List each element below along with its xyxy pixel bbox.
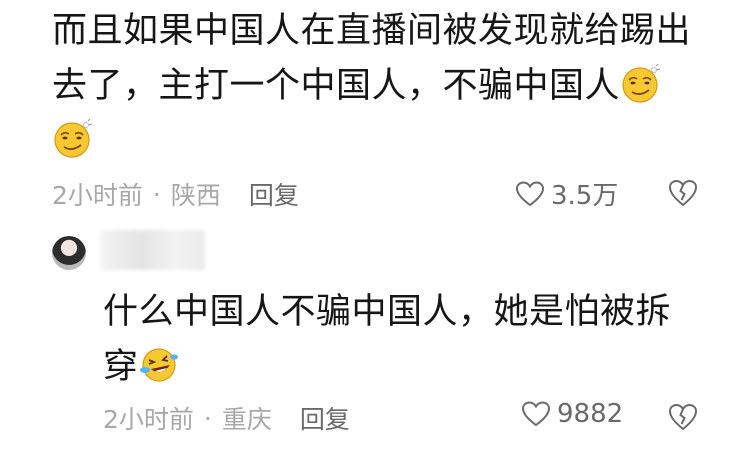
- heart-outline-icon: [515, 180, 545, 208]
- comment-2-location: 重庆: [221, 405, 272, 434]
- comment-2-line-1: 什么中国人不骗中国人，她是怕被拆: [103, 292, 672, 332]
- broken-heart-icon[interactable]: [668, 402, 698, 432]
- heart-outline-icon: [521, 400, 551, 428]
- comment-1-line-3: [52, 114, 722, 169]
- comment-1-meta: 2小时前 · 陕西 回复: [52, 176, 299, 212]
- broken-heart-icon[interactable]: [668, 178, 698, 208]
- comment-1-like-button[interactable]: 3.5万: [515, 175, 618, 212]
- comment-1-separator: ·: [152, 179, 161, 209]
- comment-2-time: 2小时前: [103, 405, 194, 434]
- username-redacted[interactable]: [100, 230, 205, 270]
- comment-2-separator: ·: [203, 403, 212, 433]
- smirk-emoji-icon: [620, 64, 660, 104]
- comment-2-text: 什么中国人不骗中国人，她是怕被拆 穿: [103, 285, 713, 395]
- comment-2-reply-button[interactable]: 回复: [300, 400, 350, 436]
- comment-2-like-count: 9882: [557, 399, 624, 429]
- comment-2-line-2: 穿: [103, 340, 713, 395]
- comment-2-meta: 2小时前 · 重庆 回复: [103, 400, 350, 436]
- laughing-tears-emoji-icon: [139, 345, 179, 385]
- comment-1-line-2: 去了，主打一个中国人，不骗中国人: [52, 59, 722, 114]
- comment-1-location: 陕西: [170, 181, 221, 210]
- comment-1-text: 而且如果中国人在直播间被发现就给踢出 去了，主打一个中国人，不骗中国人: [52, 4, 722, 169]
- comment-1-time: 2小时前: [52, 181, 143, 210]
- comment-1-line-1: 而且如果中国人在直播间被发现就给踢出: [52, 11, 692, 51]
- smirk-emoji-icon: [52, 119, 92, 159]
- comment-2-like-button[interactable]: 9882: [521, 399, 623, 429]
- comment-1-like-count: 3.5万: [551, 181, 619, 211]
- comment-1-reply-button[interactable]: 回复: [249, 176, 299, 212]
- avatar[interactable]: [52, 236, 86, 270]
